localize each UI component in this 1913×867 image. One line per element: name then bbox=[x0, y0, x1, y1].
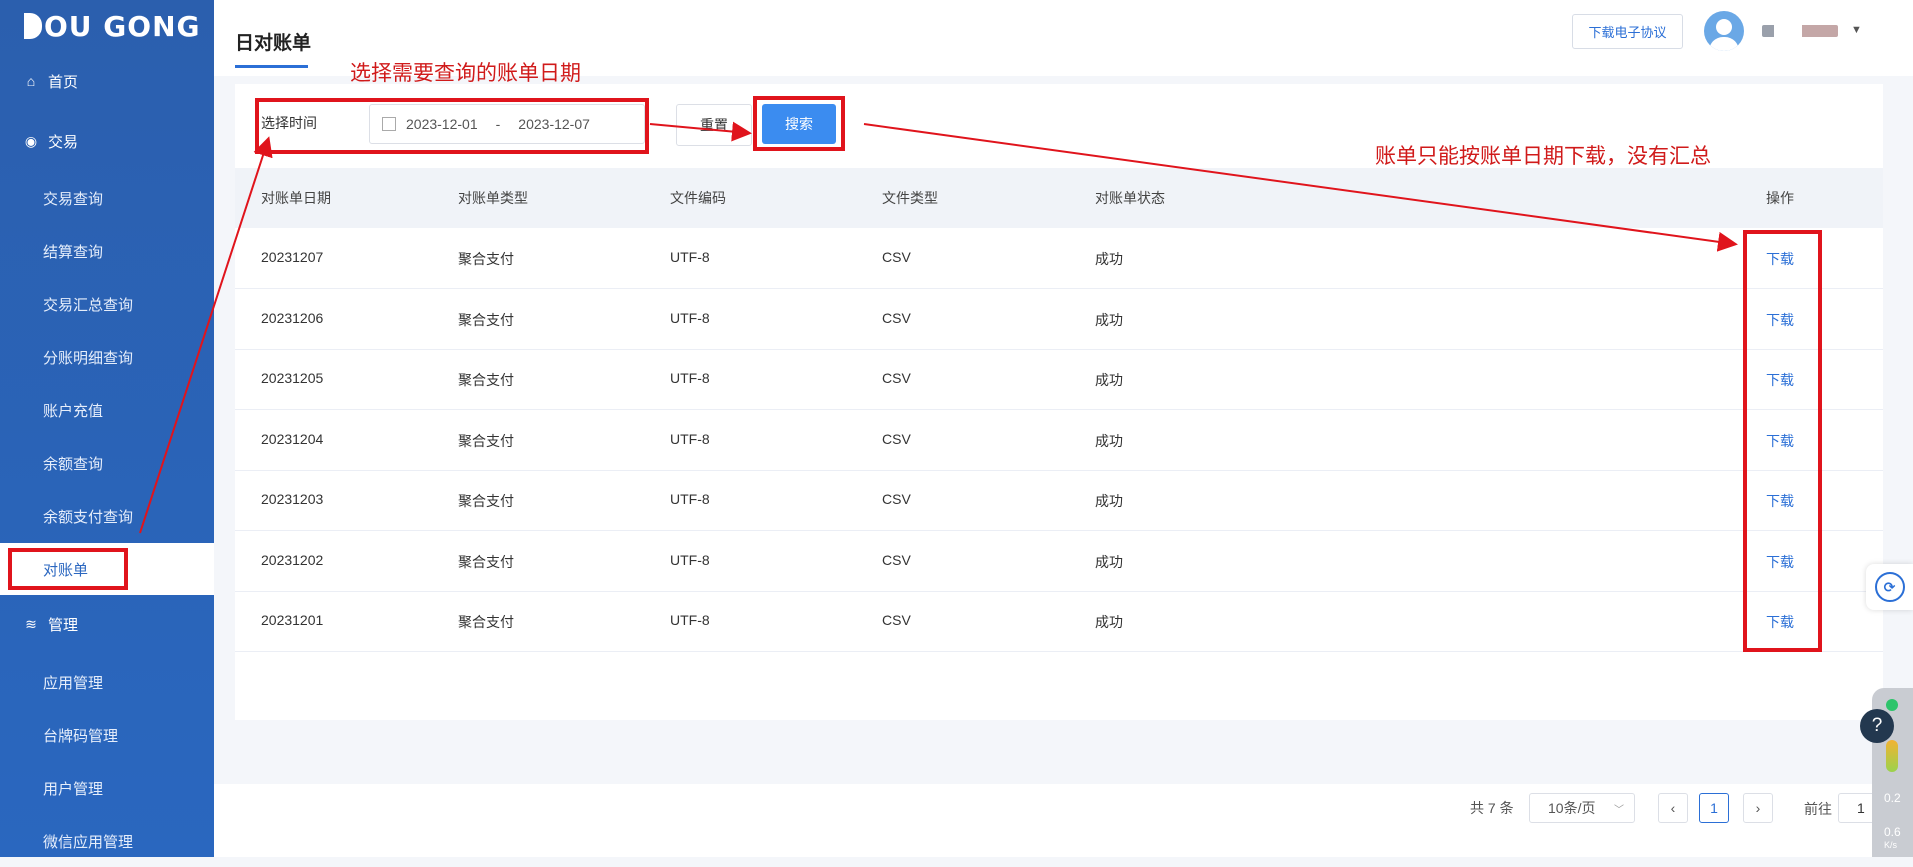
arrow-to-date bbox=[139, 136, 273, 534]
arrow-to-download bbox=[863, 123, 1738, 252]
arrow-to-search bbox=[649, 121, 752, 142]
annotation-arrows bbox=[139, 121, 1738, 534]
